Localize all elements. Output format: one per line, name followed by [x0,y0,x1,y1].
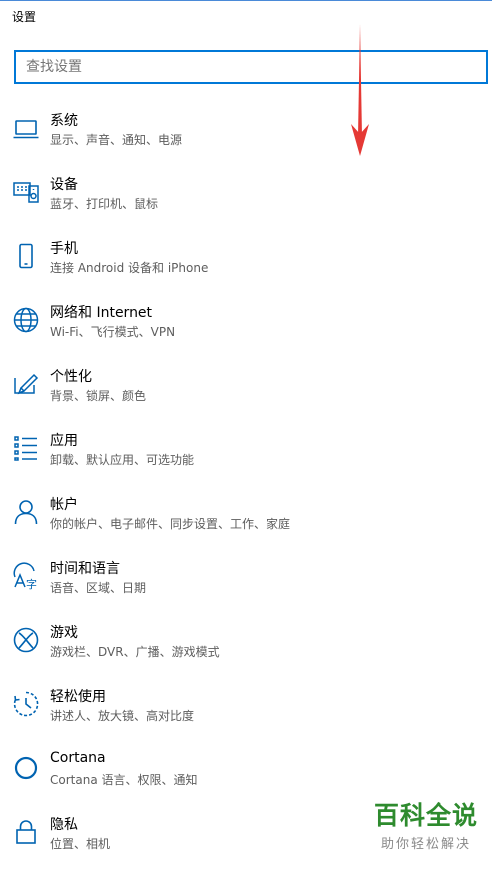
ease-of-access-icon [12,690,40,718]
devices-icon [12,178,40,206]
category-title: 应用 [50,433,78,449]
laptop-icon [12,114,40,142]
category-title: Cortana [50,750,106,766]
category-apps[interactable]: 应用 卸载、默认应用、可选功能 [0,422,492,486]
svg-text:字: 字 [26,577,37,590]
app-title: 设置 [12,10,37,24]
category-gaming[interactable]: 游戏 游戏栏、DVR、广播、游戏模式 [0,614,492,678]
cortana-icon [12,754,40,782]
globe-icon [12,306,40,334]
category-title: 帐户 [50,497,78,513]
category-subtitle: Cortana 语言、权限、通知 [50,773,198,787]
category-title: 隐私 [50,817,78,833]
category-ease-of-access[interactable]: 轻松使用 讲述人、放大镜、高对比度 [0,678,492,742]
category-subtitle: 蓝牙、打印机、鼠标 [50,197,159,211]
category-title: 网络和 Internet [50,305,153,321]
category-subtitle: 显示、声音、通知、电源 [50,133,183,147]
category-subtitle: 卸载、默认应用、可选功能 [50,453,195,467]
category-title: 个性化 [50,369,92,385]
category-subtitle: 连接 Android 设备和 iPhone [50,261,209,275]
category-system[interactable]: 系统 显示、声音、通知、电源 [0,102,492,166]
time-language-icon: 字 [12,562,40,590]
watermark-title: 百科全说 [373,801,478,830]
category-devices[interactable]: 设备 蓝牙、打印机、鼠标 [0,166,492,230]
category-phone[interactable]: 手机 连接 Android 设备和 iPhone [0,230,492,294]
category-title: 设备 [50,177,78,193]
category-subtitle: Wi-Fi、飞行模式、VPN [50,325,176,339]
phone-icon [12,242,40,270]
category-title: 游戏 [50,625,78,641]
category-title: 时间和语言 [50,561,120,577]
person-icon [12,498,40,526]
category-subtitle: 游戏栏、DVR、广播、游戏模式 [50,645,220,659]
watermark-subtitle: 助你轻松解决 [380,837,471,852]
paint-icon [12,370,40,398]
category-time-language[interactable]: 字 时间和语言 语音、区域、日期 [0,550,492,614]
window-top-border [0,0,492,1]
category-accounts[interactable]: 帐户 你的帐户、电子邮件、同步设置、工作、家庭 [0,486,492,550]
category-subtitle: 讲述人、放大镜、高对比度 [50,709,195,723]
category-subtitle: 位置、相机 [50,837,111,851]
apps-list-icon [12,434,40,462]
category-subtitle: 你的帐户、电子邮件、同步设置、工作、家庭 [50,517,291,531]
category-title: 手机 [50,241,78,257]
xbox-icon [12,626,40,654]
settings-category-list: 系统 显示、声音、通知、电源 设备 蓝牙、打印机、鼠标 手机 连接 Androi… [0,102,492,870]
search-input[interactable] [16,52,486,82]
category-network[interactable]: 网络和 Internet Wi-Fi、飞行模式、VPN [0,294,492,358]
category-title: 系统 [50,113,78,129]
lock-icon [12,818,40,846]
watermark: 百科全说 助你轻松解决 [374,796,478,852]
category-subtitle: 背景、锁屏、颜色 [50,389,147,403]
search-box[interactable] [14,50,488,84]
category-title: 轻松使用 [50,689,106,705]
category-subtitle: 语音、区域、日期 [50,581,147,595]
category-personalization[interactable]: 个性化 背景、锁屏、颜色 [0,358,492,422]
red-arrow-annotation [351,24,369,156]
